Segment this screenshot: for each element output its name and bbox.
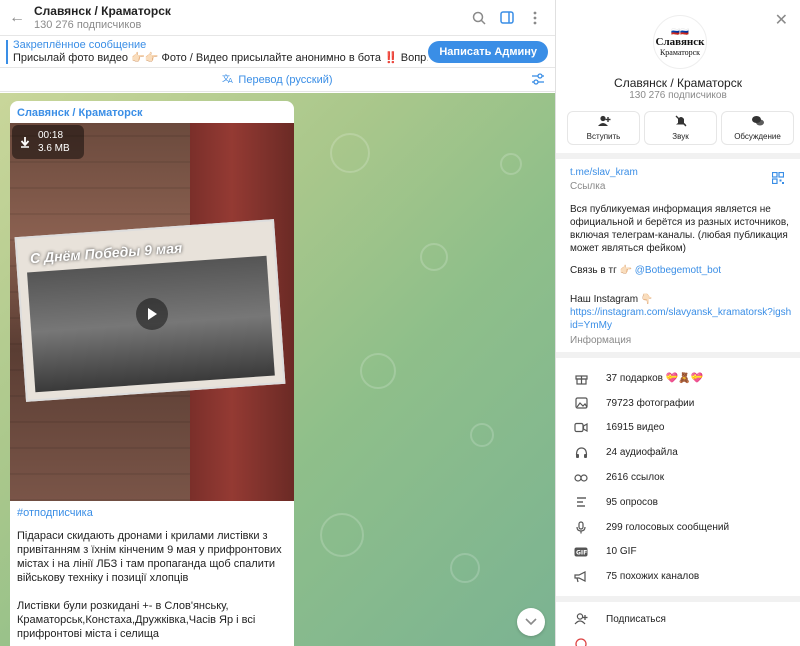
video-size: 3.6 MB	[38, 143, 70, 154]
subscribe-label: Подписаться	[606, 613, 666, 625]
channel-subscriber-count: 130 276 подписчиков	[629, 90, 727, 101]
subscribe-row[interactable]: Подписаться	[556, 607, 800, 631]
stat-similar-channels[interactable]: 75 похожих каналов	[556, 564, 800, 589]
channel-info-panel: ✕ 🇷🇺🇷🇺 Славянск Краматорск Славянск / Кр…	[556, 0, 800, 646]
chat-header: ← Славянск / Краматорск 130 276 подписчи…	[0, 0, 555, 36]
instagram-link[interactable]: https://instagram.com/slavyansk_kramator…	[570, 306, 792, 332]
translate-icon: 文A	[222, 72, 234, 87]
channel-link[interactable]: t.me/slav_kram	[570, 167, 790, 178]
stat-voice[interactable]: 299 голосовых сообщений	[556, 515, 800, 540]
photo-icon	[556, 397, 606, 409]
chevron-down-icon	[525, 618, 537, 626]
chat-background: Славянск / Краматорск С Днём Победы 9 ма…	[0, 93, 555, 646]
stat-polls[interactable]: 95 опросов	[556, 490, 800, 515]
audio-icon	[556, 447, 606, 459]
mute-label: Звук	[672, 132, 689, 141]
avatar-line-2: Краматорск	[659, 47, 701, 57]
chat-title-block[interactable]: Славянск / Краматорск 130 276 подписчико…	[34, 4, 471, 31]
avatar-line-1: Славянск	[655, 35, 705, 48]
pinned-label: Закреплённое сообщение	[13, 39, 147, 51]
contact-bot-link[interactable]: @Botbegemott_bot	[635, 265, 721, 276]
translate-bar: 文A Перевод (русский)	[0, 68, 555, 92]
join-icon	[597, 115, 611, 129]
join-button[interactable]: Вступить	[567, 111, 640, 145]
gif-icon: GIF	[556, 547, 606, 557]
partial-row	[556, 632, 800, 646]
chat-panel: ← Славянск / Краматорск 130 276 подписчи…	[0, 0, 555, 646]
mute-button[interactable]: Звук	[644, 111, 717, 145]
stat-gifs[interactable]: GIF 10 GIF	[556, 540, 800, 565]
contact-line: Связь в тг 👉🏻 @Botbegemott_bot	[570, 265, 721, 276]
video-duration: 00:18	[38, 130, 64, 141]
close-icon[interactable]: ✕	[775, 10, 788, 30]
action-buttons: Вступить Звук Обсуждение	[567, 111, 794, 145]
translate-button[interactable]: 文A Перевод (русский)	[222, 72, 332, 87]
post-text: Підараси скидають дронами і крилами лист…	[10, 529, 294, 641]
translate-label: Перевод (русский)	[238, 73, 333, 86]
scroll-down-button[interactable]	[517, 608, 545, 636]
svg-text:GIF: GIF	[576, 549, 587, 556]
more-menu-icon[interactable]	[527, 10, 543, 26]
sidebar-toggle-icon[interactable]	[499, 10, 515, 26]
qr-code-icon[interactable]	[771, 171, 785, 187]
add-user-icon	[556, 613, 606, 625]
media-stats-list: 37 подарков 💝🧸💝 79723 фотографии 16915 в…	[556, 366, 800, 589]
discussion-button[interactable]: Обсуждение	[721, 111, 794, 145]
channel-description: Вся публикуемая информация является не о…	[570, 204, 789, 254]
link-icon	[556, 473, 606, 483]
post-hashtag[interactable]: #отподписчика	[10, 501, 294, 529]
download-badge[interactable]: 00:18 3.6 MB	[12, 125, 84, 159]
play-icon[interactable]	[136, 298, 168, 330]
chat-title: Славянск / Краматорск	[34, 4, 171, 18]
search-icon[interactable]	[471, 10, 487, 26]
megaphone-icon	[556, 570, 606, 583]
info-label: Информация	[570, 335, 632, 346]
pinned-indicator	[6, 39, 8, 64]
avatar-flags: 🇷🇺🇷🇺	[671, 27, 689, 36]
channel-post[interactable]: Славянск / Краматорск С Днём Победы 9 ма…	[10, 101, 294, 646]
stat-videos[interactable]: 16915 видео	[556, 416, 800, 441]
pinned-text: Присылай фото видео 👉🏻👉🏻 Фото / Видео пр…	[13, 52, 428, 64]
channel-name: Славянск / Краматорск	[614, 76, 742, 90]
channel-link-label: Ссылка	[570, 181, 606, 192]
stat-links[interactable]: 2616 ссылок	[556, 465, 800, 490]
post-paragraph: Підараси скидають дронами і крилами лист…	[17, 530, 282, 584]
video-attachment[interactable]: С Днём Победы 9 мая 00:18 3.6 MB	[10, 123, 294, 501]
chat-subscriber-count: 130 276 подписчиков	[34, 19, 142, 31]
mute-icon	[675, 115, 687, 129]
contact-prefix: Связь в тг 👉🏻	[570, 265, 635, 276]
instagram-block: Наш Instagram 👇🏻 https://instagram.com/s…	[570, 293, 792, 347]
mic-icon	[556, 521, 606, 534]
download-icon	[12, 136, 38, 148]
post-paragraph: Листівки були розкидані +- в Слов'янську…	[17, 600, 256, 640]
video-icon	[556, 422, 606, 433]
translate-settings-icon[interactable]	[531, 73, 545, 88]
stat-audio[interactable]: 24 аудиофайла	[556, 440, 800, 465]
back-arrow-icon[interactable]: ←	[0, 9, 34, 27]
svg-text:A: A	[228, 77, 233, 84]
discussion-label: Обсуждение	[734, 132, 781, 141]
instagram-label: Наш Instagram 👇🏻	[570, 294, 654, 305]
stat-photos[interactable]: 79723 фотографии	[556, 391, 800, 416]
join-label: Вступить	[586, 132, 621, 141]
discussion-icon	[751, 115, 765, 129]
post-channel-name[interactable]: Славянск / Краматорск	[10, 101, 294, 123]
gift-icon	[556, 372, 606, 385]
write-admin-button[interactable]: Написать Админу	[428, 40, 548, 63]
stat-gifts[interactable]: 37 подарков 💝🧸💝	[556, 366, 800, 391]
partial-row-icon	[556, 638, 606, 646]
channel-avatar[interactable]: 🇷🇺🇷🇺 Славянск Краматорск	[653, 15, 707, 69]
poll-icon	[556, 496, 606, 508]
pinned-message-bar[interactable]: Закреплённое сообщение Присылай фото вид…	[0, 36, 555, 68]
